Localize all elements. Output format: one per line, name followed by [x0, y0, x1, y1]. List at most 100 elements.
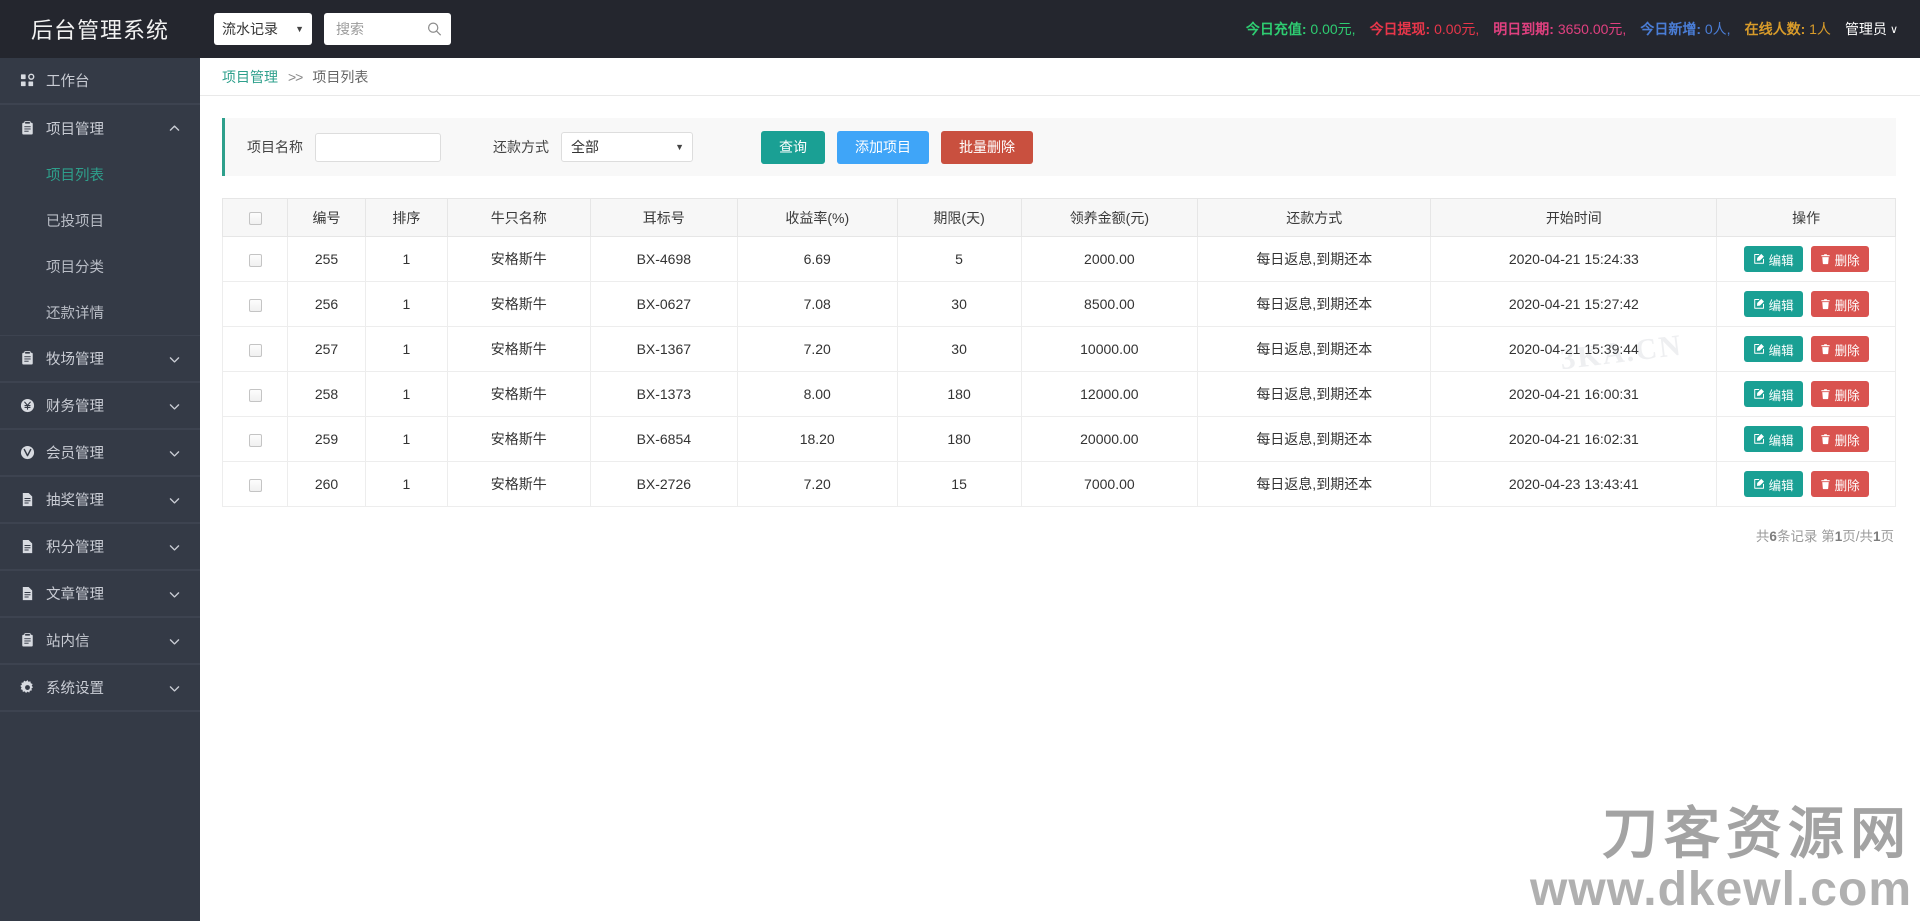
sidebar-item-3[interactable]: 财务管理 [0, 383, 200, 429]
chevron-down-icon[interactable] [168, 400, 180, 412]
sidebar-item-9[interactable]: 系统设置 [0, 665, 200, 711]
sidebar-subitem-1-3[interactable]: 还款详情 [0, 289, 200, 335]
cell-id: 260 [287, 461, 366, 507]
delete-button-label: 删除 [1834, 433, 1860, 448]
cell-name: 安格斯牛 [446, 416, 591, 462]
cell-value: 每日返息,到期还本 [1256, 386, 1373, 402]
sidebar-group-5: 抽奖管理 [0, 477, 200, 524]
edit-row-button[interactable]: 编辑 [1743, 471, 1803, 497]
chevron-down-icon[interactable] [168, 447, 180, 459]
header-stats: 今日充值: 0.00元, 今日提现: 0.00元, 明日到期: 3650.00元… [1246, 19, 1920, 39]
sidebar-item-8[interactable]: 站内信 [0, 618, 200, 664]
sidebar-item-4[interactable]: 会员管理 [0, 430, 200, 476]
cell-tag: BX-1367 [589, 326, 738, 372]
record-type-value: 流水记录 [222, 21, 278, 37]
chevron-down-icon[interactable] [168, 541, 180, 553]
sidebar-item-6[interactable]: 积分管理 [0, 524, 200, 570]
trash-icon [1820, 298, 1831, 310]
batch-delete-button[interactable]: 批量删除 [941, 130, 1033, 164]
cell-select[interactable] [221, 236, 289, 282]
project-name-input[interactable] [315, 132, 441, 162]
row-checkbox[interactable] [248, 433, 262, 447]
chevron-down-icon[interactable] [168, 353, 180, 365]
cell-select[interactable] [221, 281, 289, 327]
column-header-6: 期限(天) [896, 198, 1022, 237]
cell-value: 256 [314, 296, 339, 312]
cell-select[interactable] [221, 326, 289, 372]
edit-row-button[interactable]: 编辑 [1743, 246, 1803, 272]
edit-row-button[interactable]: 编辑 [1743, 336, 1803, 362]
watermark-brand-url: www.dkewl.com [1530, 862, 1912, 916]
record-type-select[interactable]: 流水记录 ▼ [214, 13, 312, 45]
cell-select[interactable] [221, 416, 289, 462]
row-checkbox[interactable] [248, 478, 262, 492]
delete-row-button[interactable]: 删除 [1810, 381, 1869, 407]
clipboard-icon [18, 633, 36, 648]
sidebar-subitem-label: 还款详情 [46, 305, 104, 322]
select-all-checkbox[interactable] [248, 212, 262, 226]
cell-value: 1 [402, 296, 411, 312]
cell-rate: 7.20 [736, 326, 898, 372]
cell-value: 5 [955, 251, 963, 267]
cell-value: 2020-04-21 16:00:31 [1508, 386, 1639, 402]
admin-menu[interactable]: 管理员 ∨ [1845, 19, 1898, 39]
stat-due-tomorrow: 明日到期: 3650.00元, [1493, 19, 1626, 39]
breadcrumb-current: 项目列表 [312, 68, 369, 85]
edit-row-button[interactable]: 编辑 [1743, 426, 1803, 452]
breadcrumb: 项目管理 >> 项目列表 [200, 58, 1920, 96]
edit-button-label: 编辑 [1768, 388, 1794, 403]
cell-rate: 7.20 [736, 461, 898, 507]
edit-row-button[interactable]: 编辑 [1743, 291, 1803, 317]
row-checkbox[interactable] [248, 298, 262, 312]
cell-value: 安格斯牛 [490, 341, 547, 357]
table-row: 258 1 安格斯牛 BX-1373 8.00 180 12000.00 每日返息,到期还本 2… [221, 371, 1896, 417]
add-project-button[interactable]: 添加项目 [837, 130, 929, 164]
cell-value: 安格斯牛 [490, 476, 547, 492]
query-button[interactable]: 查询 [761, 130, 825, 164]
cell-value: 10000.00 [1080, 341, 1139, 357]
cell-select[interactable] [221, 371, 289, 417]
chevron-up-icon[interactable] [168, 122, 180, 134]
sidebar-subitem-1-2[interactable]: 项目分类 [0, 243, 200, 289]
sidebar-item-2[interactable]: 牧场管理 [0, 336, 200, 382]
document-icon [18, 586, 36, 601]
table-row: 259 1 安格斯牛 BX-6854 18.20 180 20000.00 每日返息,到期还本… [221, 416, 1896, 462]
edit-icon [1753, 433, 1765, 445]
cell-select[interactable] [221, 461, 289, 507]
trash-icon [1820, 433, 1831, 445]
sidebar-group-9: 系统设置 [0, 665, 200, 712]
select-all-header[interactable] [221, 198, 289, 237]
chevron-down-icon[interactable] [168, 588, 180, 600]
breadcrumb-parent[interactable]: 项目管理 [222, 67, 278, 87]
chevron-down-icon[interactable] [168, 682, 180, 694]
row-checkbox[interactable] [248, 343, 262, 357]
repay-method-value: 全部 [571, 139, 599, 155]
column-header-3: 牛只名称 [446, 198, 591, 237]
repay-method-select[interactable]: 全部 ▼ [561, 132, 693, 162]
chevron-down-icon[interactable] [168, 635, 180, 647]
row-checkbox[interactable] [248, 253, 262, 267]
delete-row-button[interactable]: 删除 [1810, 471, 1869, 497]
row-checkbox[interactable] [248, 388, 262, 402]
sidebar-item-label: 积分管理 [46, 540, 104, 556]
app-brand-title: 后台管理系统 [30, 18, 169, 43]
search-input[interactable] [334, 20, 424, 38]
sidebar-item-7[interactable]: 文章管理 [0, 571, 200, 617]
delete-row-button[interactable]: 删除 [1810, 246, 1869, 272]
stat-recharge-label: 今日充值: [1245, 21, 1307, 37]
delete-row-button[interactable]: 删除 [1810, 336, 1869, 362]
sidebar-item-1[interactable]: 项目管理 [0, 105, 200, 151]
sidebar-item-label: 会员管理 [46, 446, 104, 462]
sidebar-subitem-1-1[interactable]: 已投项目 [0, 197, 200, 243]
sidebar-item-label: 抽奖管理 [46, 493, 104, 509]
sidebar-item-0[interactable]: 工作台 [0, 58, 200, 104]
header-search-box[interactable] [324, 13, 451, 45]
sidebar-subitem-1-0[interactable]: 项目列表 [0, 151, 200, 197]
cell-actions: 编辑 删除 [1716, 371, 1896, 417]
delete-row-button[interactable]: 删除 [1810, 291, 1869, 317]
chevron-down-icon[interactable] [168, 494, 180, 506]
sidebar-item-5[interactable]: 抽奖管理 [0, 477, 200, 523]
delete-row-button[interactable]: 删除 [1810, 426, 1869, 452]
edit-row-button[interactable]: 编辑 [1743, 381, 1803, 407]
vip-icon [18, 445, 36, 460]
